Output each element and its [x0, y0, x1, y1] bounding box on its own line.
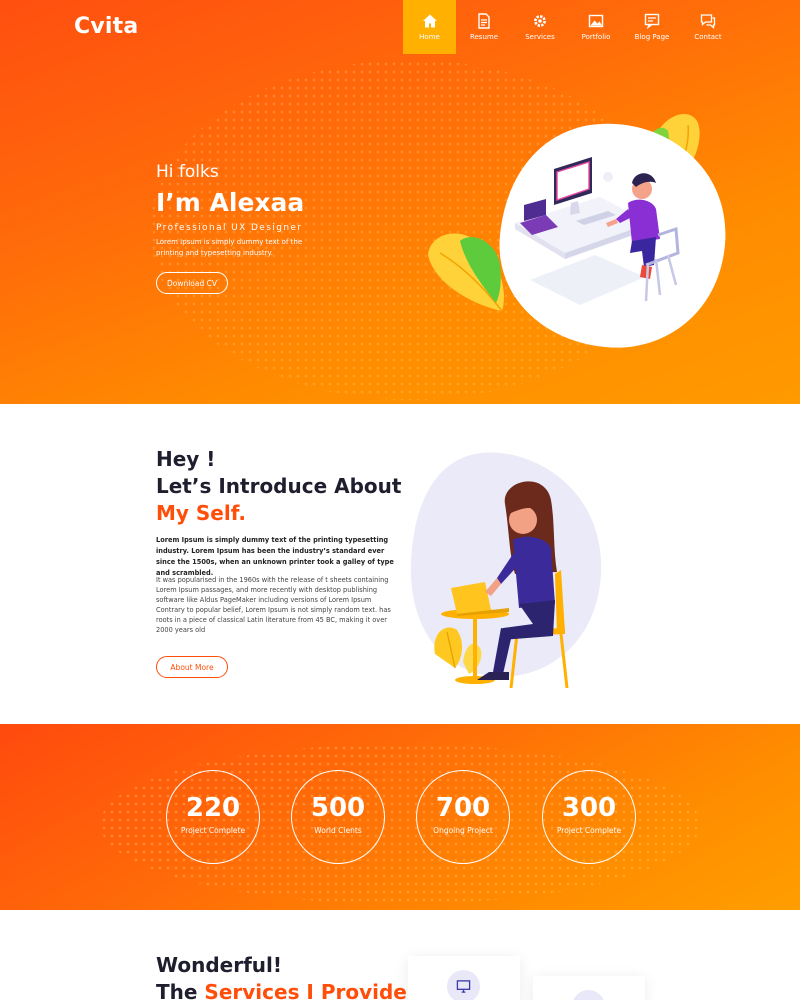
about-more-button[interactable]: About More	[156, 656, 228, 678]
nav-item-contact[interactable]: Contact	[680, 0, 736, 54]
main-nav: Home Resume Services Portfolio Blog Page…	[403, 0, 736, 54]
stat-value: 300	[561, 793, 617, 823]
about-section: Hey ! Let’s Introduce About My Self. Lor…	[0, 404, 800, 724]
nav-label: Resume	[469, 33, 499, 41]
hero-greeting: Hi folks	[156, 162, 219, 182]
nav-item-resume[interactable]: Resume	[456, 0, 512, 54]
nav-item-home[interactable]: Home	[403, 0, 456, 54]
stat-value: 700	[435, 793, 491, 823]
home-icon	[422, 14, 437, 28]
stat-circle: 220 Project Complete	[166, 770, 260, 864]
stat-circle: 300 Project Complete	[542, 770, 636, 864]
stat-label: Project Complete	[180, 826, 246, 835]
chat-icon	[700, 14, 716, 29]
stat-label: Project Complete	[556, 826, 622, 835]
stat-circle: 500 World Cients	[291, 770, 385, 864]
nav-item-portfolio[interactable]: Portfolio	[568, 0, 624, 54]
monitor-icon	[456, 980, 471, 993]
about-heading-accent: My Self.	[156, 501, 246, 525]
stats-section: 220 Project Complete 500 World Cients 70…	[0, 724, 800, 910]
about-heading-line2: Let’s Introduce About	[156, 474, 402, 498]
service-icon-circle	[572, 990, 605, 1000]
resume-icon	[478, 13, 490, 29]
nav-item-blog[interactable]: Blog Page	[624, 0, 680, 54]
logo[interactable]: Cvita	[74, 14, 138, 39]
about-paragraph-1: Lorem Ipsum is simply dummy text of the …	[156, 536, 394, 577]
service-card[interactable]	[408, 956, 520, 1000]
hero-name: I’m Alexaa	[156, 188, 305, 217]
image-icon	[588, 14, 604, 28]
nav-label: Home	[419, 33, 440, 41]
nav-label: Services	[525, 33, 555, 41]
download-cv-button[interactable]: Download CV	[156, 272, 228, 294]
stat-label: World Cients	[314, 826, 362, 835]
services-heading: Wonderful! The Services I Provide	[156, 952, 407, 1000]
services-section: Wonderful! The Services I Provide	[0, 910, 800, 1000]
services-heading-prefix: The	[156, 980, 205, 1000]
nav-label: Contact	[694, 33, 722, 41]
service-icon-circle	[447, 970, 480, 1000]
stat-label: Ongoing Project	[433, 826, 493, 835]
nav-label: Portfolio	[581, 33, 611, 41]
about-heading-line1: Hey !	[156, 447, 216, 471]
nav-label: Blog Page	[634, 33, 670, 41]
stat-value: 500	[310, 793, 366, 823]
hero-section: Cvita Home Resume Services Portfolio Blo…	[0, 0, 800, 404]
stat-circle: 700 Ongoing Project	[416, 770, 510, 864]
about-heading: Hey ! Let’s Introduce About My Self.	[156, 446, 401, 527]
about-paragraph-2: It was popularised in the 1960s with the…	[156, 576, 391, 634]
services-heading-line1: Wonderful!	[156, 953, 282, 977]
hero-description: Lorem Ipsum is simply dummy text of the …	[156, 238, 303, 257]
service-card[interactable]	[533, 976, 645, 1000]
stat-value: 220	[185, 793, 241, 823]
services-heading-accent: Services I Provide	[204, 980, 407, 1000]
hero-illustration	[428, 114, 726, 348]
hero-role: Professional UX Designer	[156, 223, 303, 233]
blog-icon	[644, 13, 660, 29]
about-illustration	[410, 452, 602, 689]
nav-item-services[interactable]: Services	[512, 0, 568, 54]
gear-icon	[534, 15, 546, 27]
